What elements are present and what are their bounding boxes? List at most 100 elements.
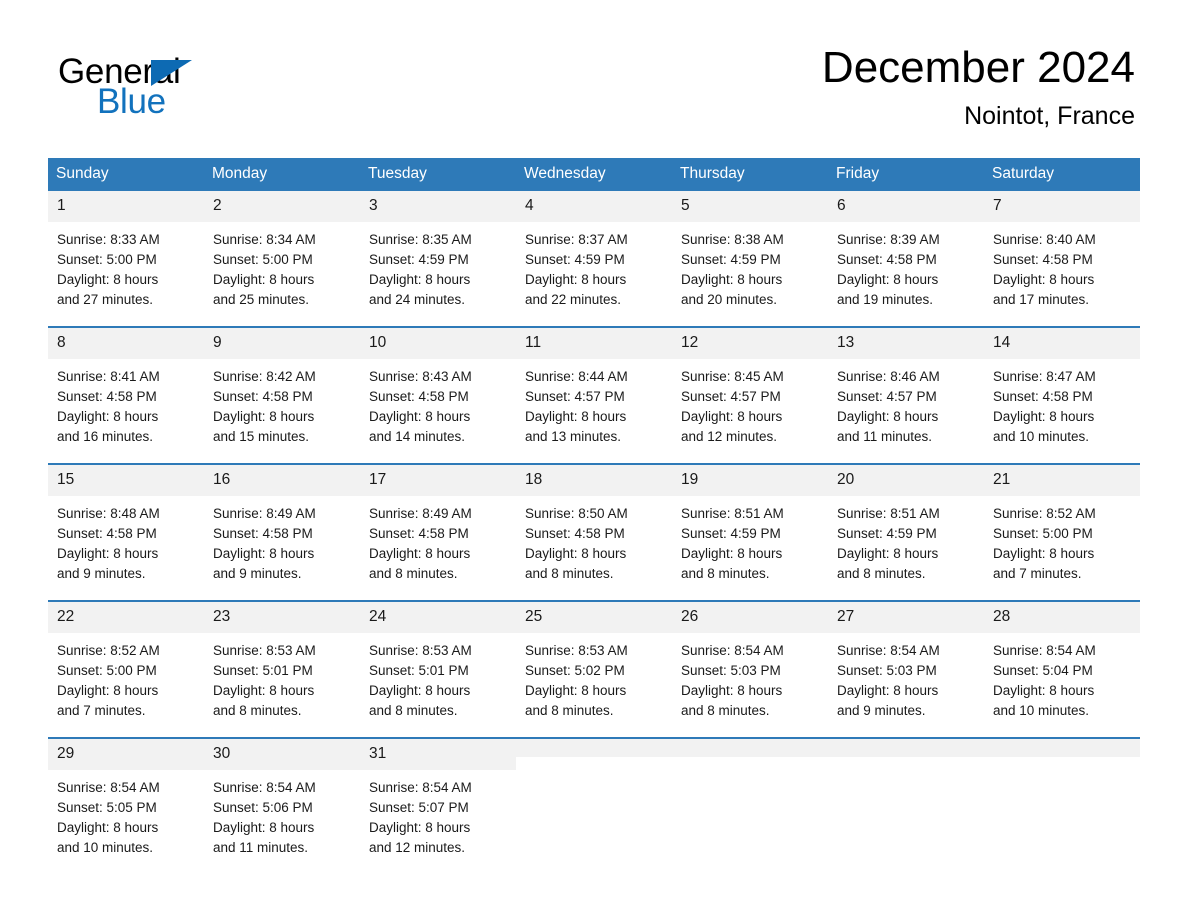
daylight-text-line2: and 27 minutes.: [57, 292, 154, 307]
calendar-day-cell[interactable]: 3 Sunrise: 8:35 AM Sunset: 4:59 PM Daylight…: [360, 191, 516, 327]
day-number: 13: [828, 328, 984, 359]
day-number: 25: [516, 602, 672, 633]
day-details: Sunrise: 8:48 AM Sunset: 4:58 PM Daylight:…: [48, 496, 204, 584]
calendar-day-cell[interactable]: 21 Sunrise: 8:52 AM Sunset: 5:00 PM Dayligh…: [984, 463, 1140, 601]
calendar-day-cell[interactable]: 26 Sunrise: 8:54 AM Sunset: 5:03 PM Dayligh…: [672, 600, 828, 738]
day-number: 2: [204, 191, 360, 222]
sunset-text: Sunset: 4:59 PM: [369, 252, 469, 267]
day-number: 11: [516, 328, 672, 359]
calendar-day-cell[interactable]: 4 Sunrise: 8:37 AM Sunset: 4:59 PM Daylight…: [516, 191, 672, 327]
title-block: December 2024 Nointot, France: [822, 42, 1135, 132]
daylight-text-line1: Daylight: 8 hours: [369, 409, 471, 424]
daylight-text-line2: and 10 minutes.: [993, 703, 1090, 718]
day-details: Sunrise: 8:34 AM Sunset: 5:00 PM Daylight:…: [204, 222, 360, 310]
calendar-day-cell[interactable]: 14 Sunrise: 8:47 AM Sunset: 4:58 PM Dayligh…: [984, 326, 1140, 464]
calendar-day-cell[interactable]: 9 Sunrise: 8:42 AM Sunset: 4:58 PM Daylight…: [204, 326, 360, 464]
daylight-text-line1: Daylight: 8 hours: [681, 546, 783, 561]
daylight-text-line2: and 8 minutes.: [369, 703, 458, 718]
sunset-text: Sunset: 5:00 PM: [57, 663, 157, 678]
calendar-day-cell[interactable]: 29 Sunrise: 8:54 AM Sunset: 5:05 PM Dayligh…: [48, 737, 204, 874]
day-number: 7: [984, 191, 1140, 222]
day-details: Sunrise: 8:51 AM Sunset: 4:59 PM Daylight:…: [828, 496, 984, 584]
day-details: Sunrise: 8:54 AM Sunset: 5:04 PM Daylight:…: [984, 633, 1140, 721]
calendar-day-cell[interactable]: 15 Sunrise: 8:48 AM Sunset: 4:58 PM Dayligh…: [48, 463, 204, 601]
calendar-day-cell[interactable]: 13 Sunrise: 8:46 AM Sunset: 4:57 PM Dayligh…: [828, 326, 984, 464]
daylight-text-line1: Daylight: 8 hours: [213, 546, 315, 561]
sunset-text: Sunset: 4:59 PM: [837, 526, 937, 541]
day-number: 8: [48, 328, 204, 359]
day-number: 18: [516, 465, 672, 496]
sunset-text: Sunset: 4:58 PM: [213, 389, 313, 404]
calendar-page: General Blue December 2024 Nointot, Fran…: [0, 0, 1188, 918]
sunset-text: Sunset: 5:05 PM: [57, 800, 157, 815]
sunrise-text: Sunrise: 8:37 AM: [525, 232, 628, 247]
daylight-text-line2: and 9 minutes.: [213, 566, 302, 581]
day-number: 21: [984, 465, 1140, 496]
calendar-day-cell[interactable]: 2 Sunrise: 8:34 AM Sunset: 5:00 PM Daylight…: [204, 191, 360, 327]
daylight-text-line2: and 8 minutes.: [213, 703, 302, 718]
weekday-header-monday: Monday: [204, 158, 360, 191]
sunrise-text: Sunrise: 8:54 AM: [369, 780, 472, 795]
daylight-text-line1: Daylight: 8 hours: [369, 546, 471, 561]
day-details: Sunrise: 8:33 AM Sunset: 5:00 PM Daylight:…: [48, 222, 204, 310]
calendar-day-cell[interactable]: 22 Sunrise: 8:52 AM Sunset: 5:00 PM Dayligh…: [48, 600, 204, 738]
calendar-body: 1 Sunrise: 8:33 AM Sunset: 5:00 PM Daylight…: [48, 191, 1140, 874]
daylight-text-line1: Daylight: 8 hours: [837, 409, 939, 424]
calendar-day-cell[interactable]: 7 Sunrise: 8:40 AM Sunset: 4:58 PM Daylight…: [984, 191, 1140, 327]
day-number: 17: [360, 465, 516, 496]
calendar-day-cell[interactable]: 8 Sunrise: 8:41 AM Sunset: 4:58 PM Daylight…: [48, 326, 204, 464]
day-number: 29: [48, 739, 204, 770]
calendar-day-cell[interactable]: 17 Sunrise: 8:49 AM Sunset: 4:58 PM Dayligh…: [360, 463, 516, 601]
calendar-day-cell[interactable]: 1 Sunrise: 8:33 AM Sunset: 5:00 PM Daylight…: [48, 191, 204, 327]
calendar-day-cell[interactable]: 28 Sunrise: 8:54 AM Sunset: 5:04 PM Dayligh…: [984, 600, 1140, 738]
sunrise-text: Sunrise: 8:54 AM: [213, 780, 316, 795]
calendar-day-cell[interactable]: 12 Sunrise: 8:45 AM Sunset: 4:57 PM Dayligh…: [672, 326, 828, 464]
daylight-text-line1: Daylight: 8 hours: [57, 272, 159, 287]
calendar-day-cell[interactable]: 11 Sunrise: 8:44 AM Sunset: 4:57 PM Dayligh…: [516, 326, 672, 464]
sunrise-text: Sunrise: 8:51 AM: [681, 506, 784, 521]
day-details: Sunrise: 8:50 AM Sunset: 4:58 PM Daylight:…: [516, 496, 672, 584]
weekday-header-tuesday: Tuesday: [360, 158, 516, 191]
calendar-day-cell[interactable]: 24 Sunrise: 8:53 AM Sunset: 5:01 PM Dayligh…: [360, 600, 516, 738]
calendar-day-cell[interactable]: 25 Sunrise: 8:53 AM Sunset: 5:02 PM Dayligh…: [516, 600, 672, 738]
daylight-text-line1: Daylight: 8 hours: [369, 272, 471, 287]
sunrise-text: Sunrise: 8:33 AM: [57, 232, 160, 247]
calendar-day-cell[interactable]: 16 Sunrise: 8:49 AM Sunset: 4:58 PM Dayligh…: [204, 463, 360, 601]
daylight-text-line2: and 20 minutes.: [681, 292, 778, 307]
calendar-day-cell[interactable]: 20 Sunrise: 8:51 AM Sunset: 4:59 PM Dayligh…: [828, 463, 984, 601]
sunrise-text: Sunrise: 8:46 AM: [837, 369, 940, 384]
calendar-day-cell[interactable]: 10 Sunrise: 8:43 AM Sunset: 4:58 PM Dayligh…: [360, 326, 516, 464]
sunset-text: Sunset: 4:59 PM: [681, 252, 781, 267]
calendar-day-cell[interactable]: 23 Sunrise: 8:53 AM Sunset: 5:01 PM Dayligh…: [204, 600, 360, 738]
sunset-text: Sunset: 5:00 PM: [213, 252, 313, 267]
day-number: 14: [984, 328, 1140, 359]
sunrise-text: Sunrise: 8:53 AM: [369, 643, 472, 658]
daylight-text-line2: and 10 minutes.: [57, 840, 154, 855]
day-number: 12: [672, 328, 828, 359]
general-blue-logo[interactable]: General Blue: [58, 52, 258, 121]
sunset-text: Sunset: 5:01 PM: [369, 663, 469, 678]
calendar-day-cell[interactable]: 18 Sunrise: 8:50 AM Sunset: 4:58 PM Dayligh…: [516, 463, 672, 601]
day-details: Sunrise: 8:47 AM Sunset: 4:58 PM Daylight:…: [984, 359, 1140, 447]
sunrise-text: Sunrise: 8:50 AM: [525, 506, 628, 521]
sunset-text: Sunset: 5:07 PM: [369, 800, 469, 815]
daylight-text-line2: and 11 minutes.: [213, 840, 309, 855]
sunrise-text: Sunrise: 8:45 AM: [681, 369, 784, 384]
calendar-day-cell[interactable]: 27 Sunrise: 8:54 AM Sunset: 5:03 PM Dayligh…: [828, 600, 984, 738]
calendar-day-cell[interactable]: 30 Sunrise: 8:54 AM Sunset: 5:06 PM Dayligh…: [204, 737, 360, 874]
day-details: Sunrise: 8:52 AM Sunset: 5:00 PM Daylight:…: [48, 633, 204, 721]
calendar-day-cell[interactable]: 31 Sunrise: 8:54 AM Sunset: 5:07 PM Dayligh…: [360, 737, 516, 874]
sunrise-text: Sunrise: 8:47 AM: [993, 369, 1096, 384]
daylight-text-line1: Daylight: 8 hours: [369, 820, 471, 835]
daylight-text-line2: and 19 minutes.: [837, 292, 934, 307]
day-details: Sunrise: 8:53 AM Sunset: 5:02 PM Daylight:…: [516, 633, 672, 721]
sunrise-text: Sunrise: 8:49 AM: [369, 506, 472, 521]
daylight-text-line2: and 7 minutes.: [993, 566, 1082, 581]
calendar-day-cell[interactable]: 5 Sunrise: 8:38 AM Sunset: 4:59 PM Daylight…: [672, 191, 828, 327]
calendar-day-cell[interactable]: 19 Sunrise: 8:51 AM Sunset: 4:59 PM Dayligh…: [672, 463, 828, 601]
day-details: Sunrise: 8:40 AM Sunset: 4:58 PM Daylight:…: [984, 222, 1140, 310]
calendar-day-cell-empty: [672, 737, 828, 874]
page-header: General Blue December 2024 Nointot, Fran…: [0, 0, 1188, 130]
calendar-day-cell[interactable]: 6 Sunrise: 8:39 AM Sunset: 4:58 PM Daylight…: [828, 191, 984, 327]
day-details: Sunrise: 8:38 AM Sunset: 4:59 PM Daylight:…: [672, 222, 828, 310]
